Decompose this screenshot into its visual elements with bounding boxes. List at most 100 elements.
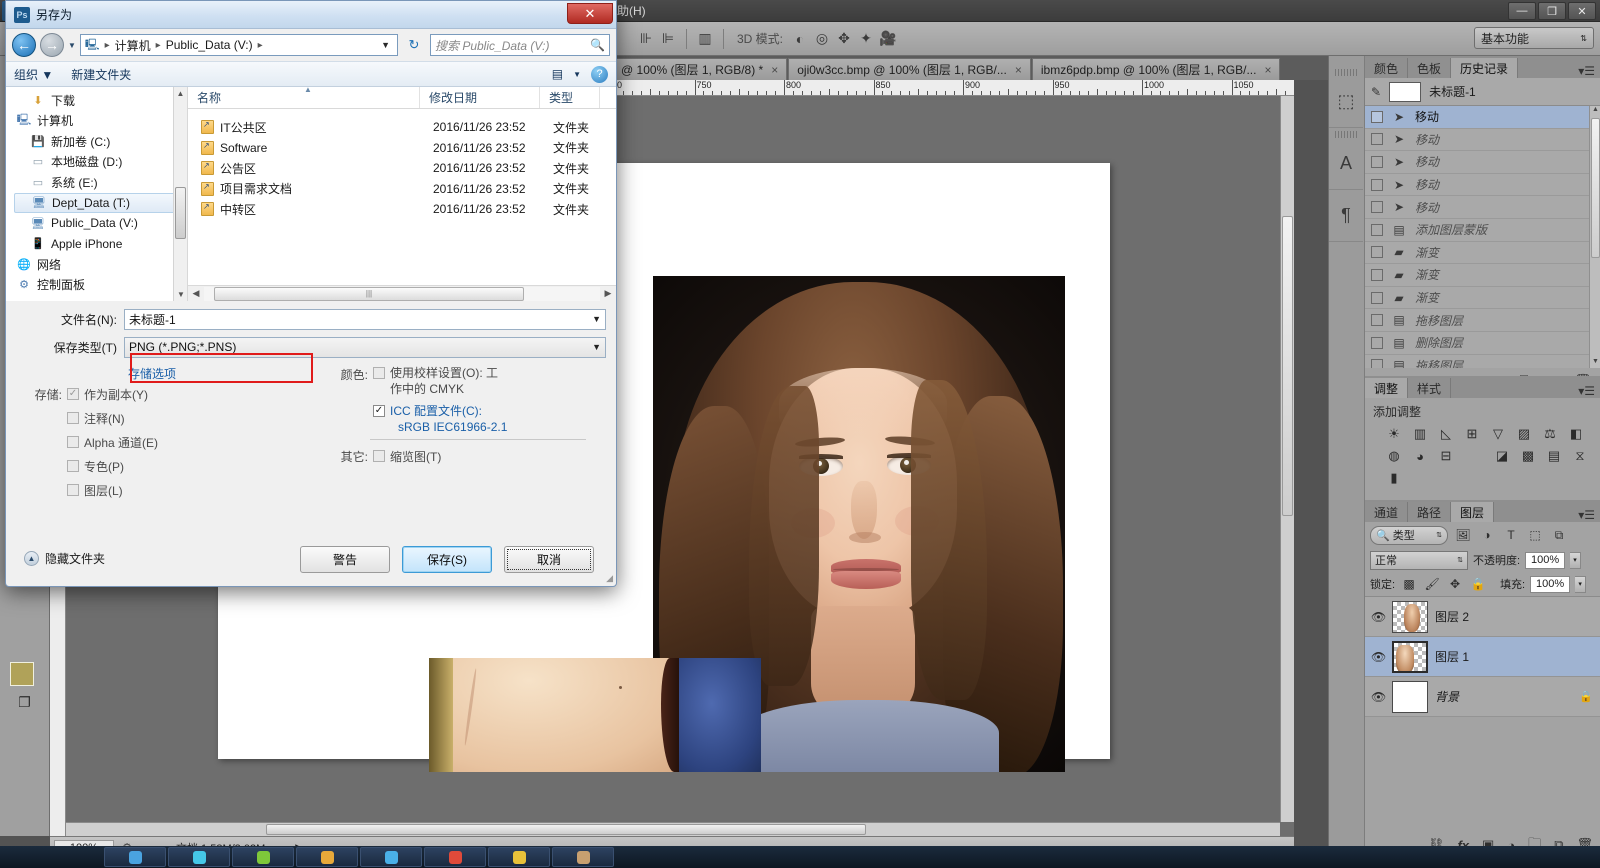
layer-visibility-icon[interactable]: 👁 [1371,690,1386,704]
history-state-checkbox[interactable] [1371,246,1383,259]
dialog-sidebar[interactable]: ⬇ 下载 🖳 计算机 💾 新加卷 (C:) ▭ 本地磁盘 (D:) ▭ 系统 (… [6,87,188,301]
resize-grip-icon[interactable]: ◢ [606,573,613,584]
chevron-down-icon[interactable]: ▼ [588,314,601,324]
organize-button[interactable]: 组织 ▼ [14,66,53,83]
sidebar-scrollbar[interactable]: ▲ ▼ [173,87,187,301]
3d-camera-icon[interactable]: 🎥 [877,28,899,50]
lock-all-icon[interactable]: 🔒 [1469,577,1487,591]
3d-roll-icon[interactable]: ◎ [811,28,833,50]
selective-color-icon[interactable]: ⧖ [1569,446,1591,466]
file-row[interactable]: 中转区 2016/11/26 23:52 文件夹 [188,199,616,220]
posterize-icon[interactable]: ⊟ [1435,446,1457,466]
tab-history[interactable]: 历史记录 [1451,58,1519,78]
tab-styles[interactable]: 样式 [1408,378,1452,398]
align-horizontal-centers-icon[interactable]: ⊫ [657,28,679,50]
photo-filter-icon[interactable]: ◍ [1383,446,1405,466]
scrollbar-track[interactable]: ||| [204,286,600,301]
adjustment-filter-icon[interactable]: ◑ [1478,528,1496,542]
gradient-map-icon[interactable]: ▤ [1543,446,1565,466]
file-list-horizontal-scrollbar[interactable]: ◀ ||| ▶ [188,285,616,301]
panel-menu-icon[interactable]: ▾☰ [1578,508,1600,522]
layer-filter-type-select[interactable]: 🔍 类型 ⇅ [1370,525,1448,545]
curves-icon[interactable]: ◺ [1435,424,1457,444]
panel-grip[interactable] [1335,131,1358,138]
save-button[interactable]: 保存(S) [402,546,492,573]
maximize-button[interactable]: ❐ [1538,2,1566,20]
view-dropdown-icon[interactable]: ▼ [573,70,581,79]
file-row[interactable]: IT公共区 2016/11/26 23:52 文件夹 [188,117,616,138]
distribute-icon[interactable]: ▥ [694,28,716,50]
file-row[interactable]: 项目需求文档 2016/11/26 23:52 文件夹 [188,179,616,200]
screen-mode-icon[interactable]: ❐ [13,690,37,714]
chevron-down-icon[interactable]: ▼ [588,342,601,352]
history-item[interactable]: ▤ 拖移图层 [1365,309,1600,332]
exposure-icon[interactable]: ⊞ [1461,424,1483,444]
save-as-copy-checkbox[interactable]: ✓ [67,388,79,400]
address-bar[interactable]: 🖳 ▸ 计算机 ▸ Public_Data (V:) ▸ ▼ [79,34,398,56]
scroll-right-icon[interactable]: ▶ [600,288,616,299]
tab-swatches[interactable]: 色板 [1408,58,1452,78]
document-tab[interactable]: oji0w3cc.bmp @ 100% (图层 1, RGB/... × [788,58,1031,80]
search-icon[interactable]: 🔍 [590,38,605,52]
align-left-edges-icon[interactable]: ⊪ [635,28,657,50]
panel-menu-icon[interactable]: ▾☰ [1578,64,1600,78]
view-list-icon[interactable]: ▤ [552,67,563,81]
address-dropdown-icon[interactable]: ▼ [378,40,393,50]
foreground-color-swatch[interactable] [10,662,34,686]
color-balance-icon[interactable]: ⚖ [1539,424,1561,444]
sidebar-item-public-data[interactable]: 🖥 Public_Data (V:) [14,213,187,234]
brightness-contrast-icon[interactable]: ☀ [1383,424,1405,444]
document-tab[interactable]: @ 100% (图层 1, RGB/8) * × [612,58,788,80]
panel-menu-icon[interactable]: ▾☰ [1578,384,1600,398]
3d-slide-icon[interactable]: ✦ [855,28,877,50]
layer-row[interactable]: 👁 图层 2 [1365,597,1600,637]
sidebar-item-drive-c[interactable]: 💾 新加卷 (C:) [14,131,187,152]
history-state-checkbox[interactable] [1371,110,1383,123]
spot-colors-checkbox[interactable] [67,460,79,472]
opacity-value[interactable]: 100% [1525,551,1566,569]
back-arrow-icon[interactable]: ← [12,33,36,57]
layer-row[interactable]: 👁 背景 🔒 [1365,677,1600,717]
vibrance-icon[interactable]: ▽ [1487,424,1509,444]
breadcrumb-computer[interactable]: 计算机 [115,37,151,54]
workspace-selector[interactable]: 基本功能 ⇅ [1474,27,1594,49]
help-icon[interactable]: ? [591,65,608,83]
file-row[interactable]: Software 2016/11/26 23:52 文件夹 [188,138,616,159]
sidebar-item-drive-e[interactable]: ▭ 系统 (E:) [14,172,187,193]
fill-stepper[interactable]: ▾ [1575,575,1587,593]
save-options-link[interactable]: 存储选项 [6,365,336,382]
history-state-checkbox[interactable] [1371,359,1383,368]
minimize-button[interactable]: — [1508,2,1536,20]
smart-object-filter-icon[interactable]: ⧉ [1550,528,1568,543]
file-list-area[interactable]: 名称 ▲ 修改日期 类型 IT公共区 2016/11/26 23:52 文件夹 [188,87,616,301]
layer-thumbnail[interactable] [1392,600,1428,633]
history-state-checkbox[interactable] [1371,268,1383,281]
history-item[interactable]: ▤ 删除图层 [1365,332,1600,355]
icc-profile-checkbox[interactable]: ✓ [373,405,385,417]
chevron-down-icon[interactable]: ▼ [68,41,76,50]
paragraph-panel-icon[interactable]: ¶ [1329,190,1363,242]
layer-name[interactable]: 背景 [1435,688,1459,705]
sidebar-item-control-panel[interactable]: ⚙ 控制面板 [14,275,187,296]
gradient-fill-icon[interactable]: ▮ [1383,468,1405,488]
threshold-icon[interactable]: ▩ [1517,446,1539,466]
column-header-type[interactable]: 类型 [540,87,600,108]
lock-transparency-icon[interactable]: ▩ [1400,577,1418,591]
column-header-date[interactable]: 修改日期 [420,87,540,108]
refresh-icon[interactable]: ↻ [402,34,426,56]
layer-thumbnail[interactable] [1392,640,1428,673]
search-input[interactable]: 搜索 Public_Data (V:) 🔍 [430,34,610,56]
warning-button[interactable]: 警告 [300,546,390,573]
hue-saturation-icon[interactable]: ▨ [1513,424,1535,444]
filetype-select[interactable]: PNG (*.PNG;*.PNS) ▼ [124,336,606,358]
3d-pan-icon[interactable]: ✥ [833,28,855,50]
invert-icon[interactable]: ◪ [1491,446,1513,466]
history-item[interactable]: ▤ 添加图层蒙版 [1365,219,1600,242]
3d-panel-icon[interactable]: ⬚ [1329,76,1363,128]
scroll-left-icon[interactable]: ◀ [188,288,204,299]
history-item[interactable]: ▰ 渐变 [1365,287,1600,310]
lock-position-icon[interactable]: ✥ [1446,577,1464,591]
taskbar-item[interactable] [552,847,614,867]
3d-rotate-icon[interactable]: ◐ [789,28,811,50]
column-header-name[interactable]: 名称 ▲ [188,87,420,108]
